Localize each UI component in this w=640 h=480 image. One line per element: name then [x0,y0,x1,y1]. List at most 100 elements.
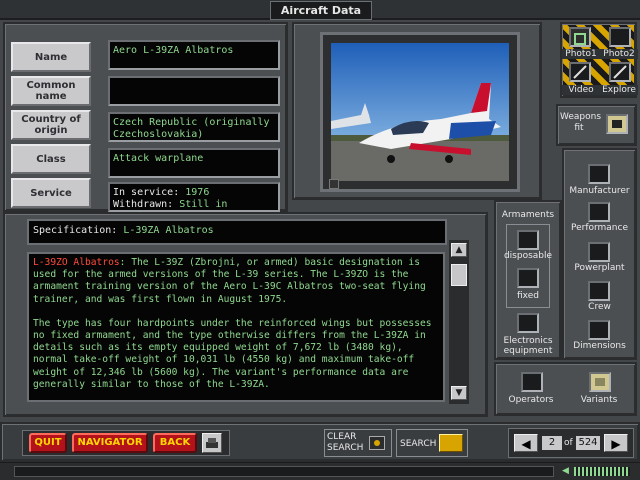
title-bar: Aircraft Data [0,0,640,20]
text-panel: Specification: L-39ZA Albatros L-39ZO Al… [3,212,488,417]
powerplant-label: Powerplant [574,263,625,273]
specification-field: Specification: L-39ZA Albatros [27,219,447,245]
aircraft-photo-image [331,43,509,181]
name-label: Name [34,51,68,63]
weapons-fit-panel: Weapons fit [556,104,637,146]
pager: ◀ 2 of 524 ▶ [508,428,634,458]
weapons-fit-button[interactable] [606,114,628,134]
country-field: Czech Republic (originally Czechoslovaki… [108,112,280,142]
quit-button[interactable]: QUIT [29,433,67,453]
print-button[interactable] [202,433,222,453]
class-field: Attack warplane [108,148,280,178]
manufacturer-button[interactable] [588,164,610,184]
photo-frame [320,32,520,192]
in-service-value: 1976 [185,187,210,198]
disposable-button[interactable] [517,230,539,250]
search-group: SEARCH [396,429,468,457]
clear-search-label-line1: CLEAR [327,432,357,442]
service-label: Service [30,187,72,199]
photo2-button[interactable] [609,27,631,47]
manufacturer-label: Manufacturer [569,186,630,196]
name-value: Aero L-39ZA Albatros [113,45,234,56]
variants-label: Variants [580,395,618,405]
name-label-button[interactable]: Name [11,42,91,72]
crew-label: Crew [588,302,611,312]
fixed-label: fixed [517,291,539,301]
video-button[interactable] [569,62,591,82]
aircraft-data-screen: Aircraft Data Name Common name Country o… [0,0,640,480]
variants-indicator-icon [595,378,605,386]
performance-button[interactable] [588,202,610,222]
weapons-fit-label-line1: Weapons [560,112,602,122]
weapons-fit-label: Weapons fit [560,112,602,134]
clear-search-button[interactable] [369,436,385,450]
specification-label: Specification: [33,225,118,236]
country-label: Country of origin [21,114,81,136]
powerplant-button[interactable] [588,242,610,262]
country-label-button[interactable]: Country of origin [11,110,91,140]
electronics-label-line1: Electronics [503,336,553,346]
explore-icon [613,65,627,79]
status-bar: ◀ [0,462,640,480]
explore-label: Explore [600,85,638,95]
photo-panel [292,22,542,200]
country-value-line2: Czechoslovakia) [113,129,204,140]
scroll-thumb[interactable] [451,264,467,286]
scroll-down-button[interactable]: ▼ [451,386,467,400]
name-field: Aero L-39ZA Albatros [108,40,280,70]
pager-of: of [564,438,573,448]
crew-button[interactable] [588,281,610,301]
video-label: Video [562,85,600,95]
search-button[interactable] [439,434,463,452]
pager-current: 2 [542,436,562,450]
description-text: L-39ZO Albatros: The L-39Z (Zbrojni, or … [27,252,445,402]
fixed-button[interactable] [517,268,539,288]
window-title: Aircraft Data [270,1,372,20]
clear-search-label-line2: SEARCH [327,443,364,453]
clear-search-label: CLEAR SEARCH [327,432,363,454]
dimensions-button[interactable] [588,320,610,340]
photo-corner-icon [329,179,339,189]
prev-record-button[interactable]: ◀ [514,434,538,452]
back-button[interactable]: BACK [153,433,197,453]
common-name-label-button[interactable]: Common name [11,76,91,106]
navigator-button[interactable]: NAVIGATOR [72,433,148,453]
photo1-button[interactable] [569,27,591,47]
in-service-label: In service: [113,187,180,198]
description-highlight: L-39ZO Albatros [33,257,120,268]
categories-panel: Manufacturer Performance Powerplant Crew… [562,148,637,360]
armaments-panel: Armaments disposable fixed Electronics e… [494,200,562,360]
class-label-button[interactable]: Class [11,144,91,174]
pager-total: 524 [576,436,600,450]
operators-variants-panel: Operators Variants [494,362,637,416]
photo1-label: Photo1 [562,49,600,59]
operators-button[interactable] [521,372,543,392]
scroll-up-button[interactable]: ▲ [451,243,467,257]
class-label: Class [36,153,66,165]
next-record-button[interactable]: ▶ [604,434,628,452]
scrollbar[interactable]: ▲ ▼ [449,240,469,404]
withdrawn-label: Withdrawn: [113,199,174,210]
clear-search-group: CLEAR SEARCH [324,429,392,457]
service-field: In service: 1976 Withdrawn: Still in ser… [108,182,280,222]
country-value-line1: Czech Republic (originally [113,117,270,128]
specification-value: L-39ZA Albatros [123,225,214,236]
performance-label: Performance [570,223,629,233]
common-name-field [108,76,280,106]
explore-button[interactable] [609,62,631,82]
electronics-label-line2: equipment [503,346,553,356]
service-label-button[interactable]: Service [11,178,91,208]
volume-icon: ◀ [562,466,569,476]
variants-button[interactable] [589,372,611,392]
bottom-toolbar: QUIT NAVIGATOR BACK CLEAR SEARCH SEARCH … [0,422,640,462]
info-panel: Name Common name Country of origin Class… [3,22,288,222]
photo2-label: Photo2 [600,49,638,59]
arrow-left-icon: ◀ [521,437,531,451]
weapons-fit-label-line2: fit [574,123,584,133]
electronics-button[interactable] [517,313,539,333]
volume-slider[interactable] [574,467,630,476]
arrow-right-icon: ▶ [611,437,621,451]
common-name-label: Common name [26,80,76,102]
status-display [14,466,554,477]
aircraft-photo [331,43,509,181]
